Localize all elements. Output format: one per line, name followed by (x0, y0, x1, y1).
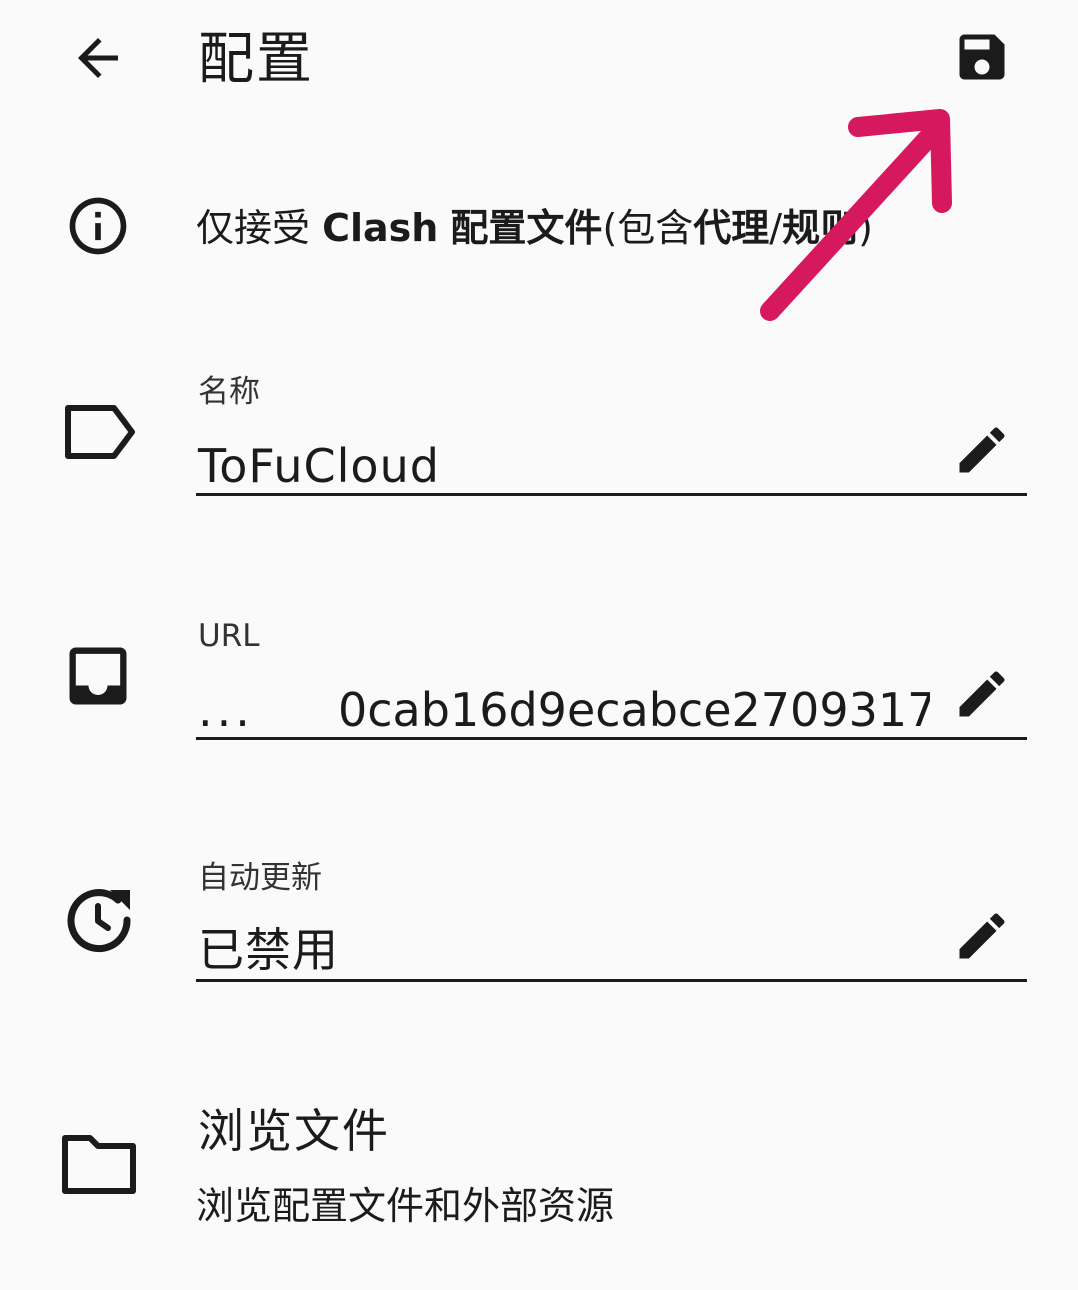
auto-update-edit-button[interactable] (952, 906, 1012, 966)
folder-icon (58, 1128, 140, 1198)
url-field-label: URL (198, 618, 260, 654)
page-title: 配置 (198, 27, 314, 92)
arrow-left-icon (78, 38, 118, 78)
auto-update-value[interactable]: 已禁用 (198, 920, 339, 980)
url-prefix: ... (198, 683, 254, 737)
name-field-value[interactable]: ToFuCloud (198, 436, 440, 496)
save-button[interactable] (952, 27, 1012, 87)
label-tag-icon (60, 398, 138, 466)
back-button[interactable] (68, 28, 128, 88)
info-circle-icon (64, 192, 132, 260)
browse-files-subtitle: 浏览配置文件和外部资源 (196, 1184, 615, 1228)
inbox-icon (60, 638, 136, 714)
url-text: 0cab16d9ecabce2709317 (338, 683, 930, 737)
pencil-icon (959, 427, 1005, 473)
pencil-icon (959, 913, 1005, 959)
url-field-underline (196, 737, 1027, 740)
name-field-label: 名称 (198, 374, 260, 410)
name-edit-button[interactable] (952, 420, 1012, 480)
name-field-underline (196, 493, 1027, 496)
browse-files-title[interactable]: 浏览文件 (198, 1100, 390, 1162)
url-edit-button[interactable] (952, 664, 1012, 724)
auto-update-underline (196, 979, 1027, 982)
update-clock-icon (60, 880, 138, 958)
auto-update-label: 自动更新 (198, 860, 322, 896)
pencil-icon (959, 671, 1005, 717)
floppy-disk-icon (959, 34, 1005, 80)
config-notice: 仅接受 Clash 配置文件(包含代理/规则) (196, 206, 873, 250)
url-field-value[interactable]: ... 0cab16d9ecabce2709317 (198, 680, 930, 740)
